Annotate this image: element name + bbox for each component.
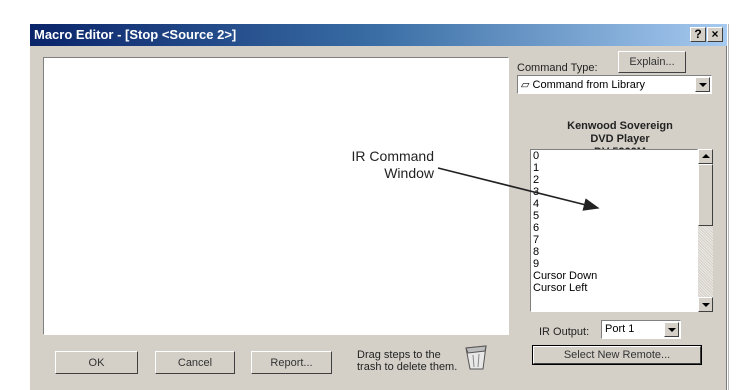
annotation-arrow [437, 167, 600, 211]
